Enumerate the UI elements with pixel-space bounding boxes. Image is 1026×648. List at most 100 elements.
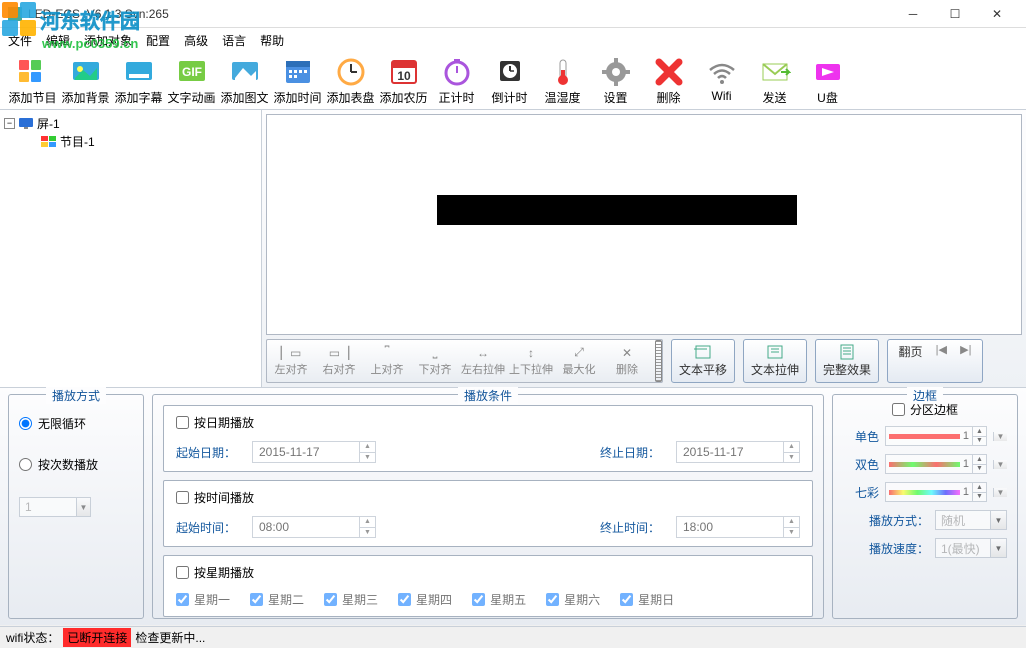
start-time-input[interactable]: 08:00▲▼	[252, 516, 376, 538]
playcond-legend: 播放条件	[458, 387, 518, 404]
maximize-button[interactable]: ☐	[934, 1, 976, 27]
tool-add-lunar[interactable]: 10添加农历	[377, 54, 430, 109]
label-startdate: 起始日期：	[176, 444, 242, 461]
chk-thu[interactable]: 星期四	[398, 591, 452, 608]
preview-canvas[interactable]	[266, 114, 1022, 335]
page-group: 翻页 |◀ ▶|	[887, 339, 983, 383]
playmode-panel: 播放方式 无限循环 按次数播放 1 ▼	[8, 394, 144, 619]
expand-icon[interactable]: −	[4, 118, 15, 129]
align-top[interactable]: ⎴上对齐	[363, 340, 411, 382]
text-stretch-button[interactable]: 文本拉伸	[745, 341, 805, 381]
tool-delete[interactable]: 删除	[642, 54, 695, 109]
svg-text:10: 10	[397, 69, 411, 83]
border-speed-combo[interactable]: 1(最快)▼	[935, 538, 1007, 558]
delete-region[interactable]: ✕删除	[603, 340, 651, 382]
radio-loop[interactable]: 无限循环	[19, 415, 133, 432]
stretch-horizontal[interactable]: ↔左右拉伸	[459, 340, 507, 382]
label-endtime: 终止时间：	[600, 519, 666, 536]
menu-language[interactable]: 语言	[222, 32, 246, 49]
chk-mon[interactable]: 星期一	[176, 591, 230, 608]
chk-fri[interactable]: 星期五	[472, 591, 526, 608]
label-playmode: 播放方式：	[865, 512, 929, 529]
playmode-legend: 播放方式	[46, 387, 106, 404]
tool-add-image[interactable]: 添加图文	[218, 54, 271, 109]
maximize[interactable]: ⤢最大化	[555, 340, 603, 382]
monitor-icon	[18, 117, 34, 130]
tool-countup[interactable]: 正计时	[430, 54, 483, 109]
wifi-label: wifi状态：	[6, 629, 59, 646]
end-time-input[interactable]: 18:00▲▼	[676, 516, 800, 538]
align-right[interactable]: ▭▕右对齐	[315, 340, 363, 382]
menu-config[interactable]: 配置	[146, 32, 170, 49]
chevron-down-icon[interactable]: ▼	[993, 432, 1007, 441]
chevron-down-icon[interactable]: ▼	[76, 498, 90, 516]
chk-tue[interactable]: 星期二	[250, 591, 304, 608]
tool-settings[interactable]: 设置	[589, 54, 642, 109]
menu-edit[interactable]: 编辑	[46, 32, 70, 49]
label-speed: 播放速度：	[865, 540, 929, 557]
tree-label: 屏-1	[37, 115, 60, 132]
menu-advanced[interactable]: 高级	[184, 32, 208, 49]
tree-node-program[interactable]: − 节目-1	[4, 132, 257, 150]
label-starttime: 起始时间：	[176, 519, 242, 536]
tool-udisk[interactable]: U盘	[801, 54, 854, 109]
chevron-down-icon[interactable]: ▼	[993, 460, 1007, 469]
minimize-button[interactable]: ─	[892, 1, 934, 27]
program-icon	[41, 135, 57, 148]
led-region[interactable]	[437, 195, 797, 225]
tool-countdown[interactable]: 倒计时	[483, 54, 536, 109]
align-bottom[interactable]: ⎵下对齐	[411, 340, 459, 382]
tool-text-animation[interactable]: GIF文字动画	[165, 54, 218, 109]
label-single: 单色	[845, 428, 879, 445]
titlebar: LED-ECS_V6.1.3 Svn:265 ─ ☐ ✕	[0, 0, 1026, 28]
page-next[interactable]: ▶|	[960, 343, 971, 356]
close-button[interactable]: ✕	[976, 1, 1018, 27]
full-effect-button[interactable]: 完整效果	[817, 341, 877, 381]
tool-wifi[interactable]: Wifi	[695, 54, 748, 109]
border-mode-combo[interactable]: 随机▼	[935, 510, 1007, 530]
menubar: 文件 编辑 添加对象 配置 高级 语言 帮助	[0, 28, 1026, 52]
project-tree[interactable]: − 屏-1 − 节目-1	[0, 110, 262, 387]
end-date-input[interactable]: 2015-11-17▲▼	[676, 441, 800, 463]
border-panel: 边框 分区边框 单色 1▲▼ ▼ 双色 1▲▼ ▼ 七彩 1▲▼ ▼ 播放方式：…	[832, 394, 1018, 619]
chk-byweek[interactable]: 按星期播放	[176, 564, 800, 581]
tool-add-program[interactable]: 添加节目	[6, 54, 59, 109]
border-legend: 边框	[907, 387, 943, 404]
chk-wed[interactable]: 星期三	[324, 591, 378, 608]
label-rainbow: 七彩	[845, 484, 879, 501]
tree-node-screen[interactable]: − 屏-1	[4, 114, 257, 132]
toolbar: 添加节目 添加背景 添加字幕 GIF文字动画 添加图文 添加时间 添加表盘 10…	[0, 52, 1026, 110]
chk-sat[interactable]: 星期六	[546, 591, 600, 608]
tool-temperature[interactable]: 温湿度	[536, 54, 589, 109]
radio-count[interactable]: 按次数播放	[19, 456, 133, 473]
tool-add-subtitle[interactable]: 添加字幕	[112, 54, 165, 109]
tool-add-time[interactable]: 添加时间	[271, 54, 324, 109]
tool-send[interactable]: 发送	[748, 54, 801, 109]
rainbow-color-picker[interactable]: 1▲▼	[885, 482, 987, 502]
chk-bydate[interactable]: 按日期播放	[176, 414, 800, 431]
menu-addobj[interactable]: 添加对象	[84, 32, 132, 49]
single-color-picker[interactable]: 1▲▼	[885, 426, 987, 446]
chk-bytime[interactable]: 按时间播放	[176, 489, 800, 506]
tool-add-dial[interactable]: 添加表盘	[324, 54, 377, 109]
dual-color-picker[interactable]: 1▲▼	[885, 454, 987, 474]
chk-sun[interactable]: 星期日	[620, 591, 674, 608]
text-shift-button[interactable]: 文本平移	[673, 341, 733, 381]
window-title: LED-ECS_V6.1.3 Svn:265	[28, 7, 892, 21]
start-date-input[interactable]: 2015-11-17▲▼	[252, 441, 376, 463]
tree-label: 节目-1	[60, 133, 95, 150]
play-count-spinner[interactable]: 1 ▼	[19, 497, 91, 517]
page-label: 翻页	[899, 343, 923, 360]
drag-handle[interactable]	[655, 340, 662, 382]
update-status: 检查更新中...	[135, 629, 205, 646]
playcond-panel: 播放条件 按日期播放 起始日期： 2015-11-17▲▼ 终止日期： 2015…	[152, 394, 824, 619]
stretch-vertical[interactable]: ↕上下拉伸	[507, 340, 555, 382]
status-bar: wifi状态： 已断开连接 检查更新中...	[0, 626, 1026, 648]
align-left[interactable]: ▏▭左对齐	[267, 340, 315, 382]
menu-file[interactable]: 文件	[8, 32, 32, 49]
menu-help[interactable]: 帮助	[260, 32, 284, 49]
chevron-down-icon[interactable]: ▼	[993, 488, 1007, 497]
page-prev[interactable]: |◀	[936, 343, 947, 356]
wifi-status-badge: 已断开连接	[63, 628, 131, 647]
tool-add-background[interactable]: 添加背景	[59, 54, 112, 109]
